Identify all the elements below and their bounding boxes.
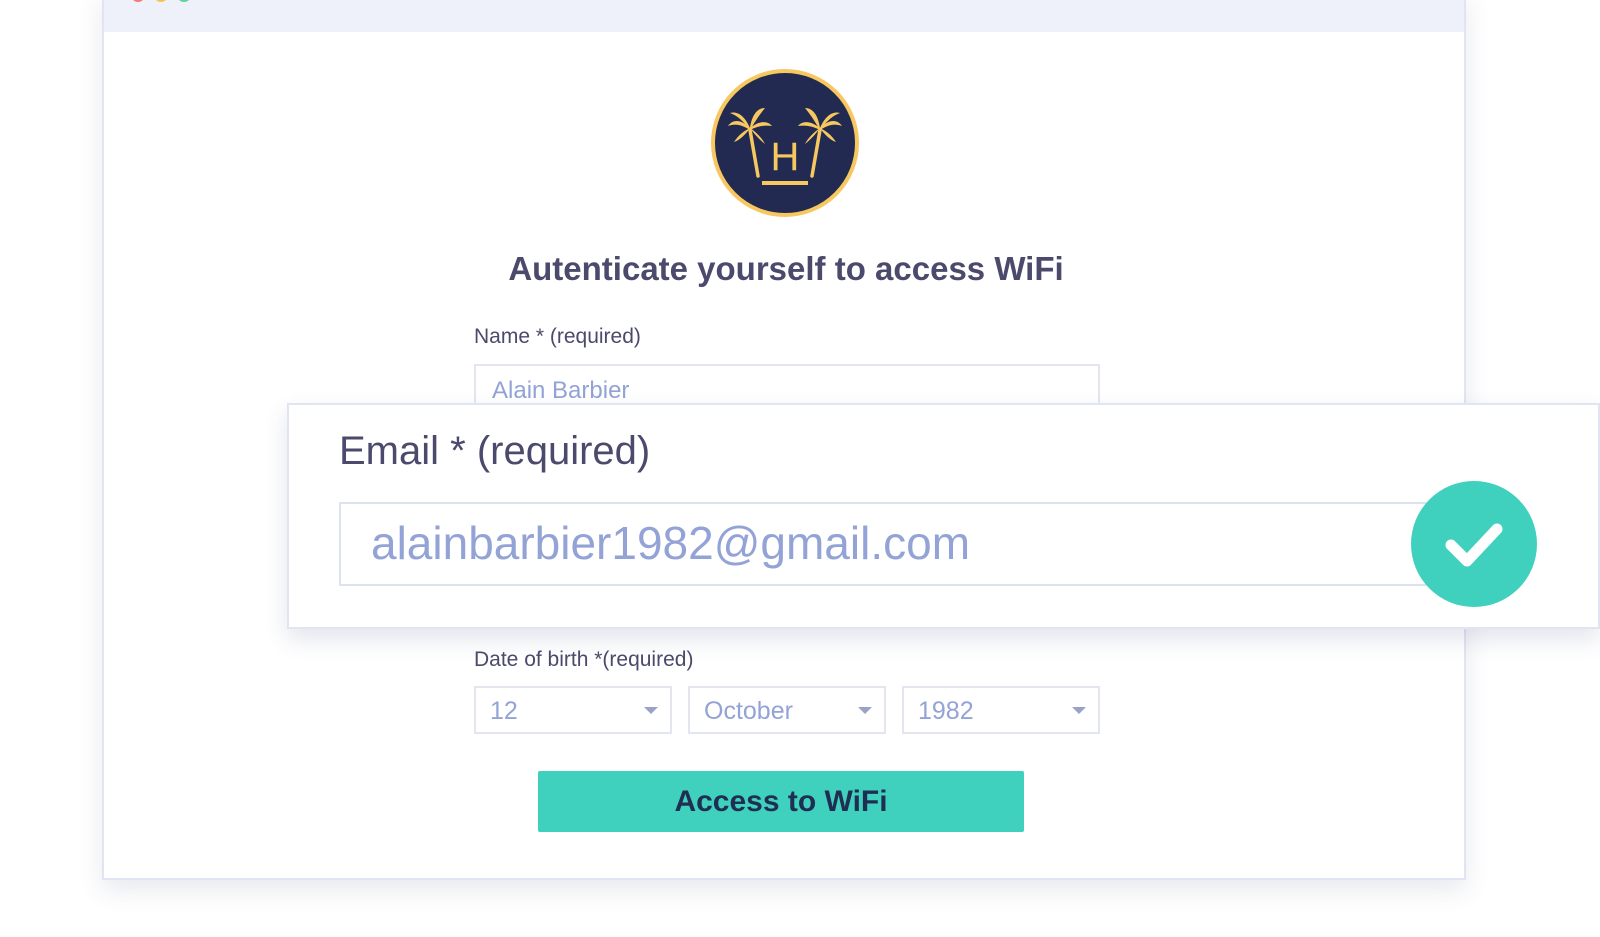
dob-month-value: October (704, 697, 793, 725)
dob-year-value: 1982 (918, 697, 974, 725)
name-value: Alain Barbier (492, 377, 630, 404)
window-titlebar (104, 0, 1464, 32)
dob-label: Date of birth *(required) (474, 648, 694, 671)
dob-day-value: 12 (490, 697, 518, 725)
close-dot[interactable] (131, 0, 145, 2)
access-wifi-button[interactable]: Access to WiFi (538, 771, 1024, 832)
name-label: Name * (required) (474, 325, 641, 348)
chevron-down-icon (858, 707, 872, 714)
email-field[interactable]: alainbarbier1982@gmail.com (339, 502, 1459, 586)
maximize-dot[interactable] (177, 0, 191, 2)
page-title: Autenticate yourself to access WiFi (508, 250, 1064, 287)
dob-month-select[interactable]: October (688, 686, 886, 734)
logo-letter: H (771, 135, 800, 179)
minimize-dot[interactable] (154, 0, 168, 2)
chevron-down-icon (1072, 707, 1086, 714)
dob-day-select[interactable]: 12 (474, 686, 672, 734)
palm-trees-h-logo-icon: H (710, 68, 860, 218)
chevron-down-icon (644, 707, 658, 714)
email-card: Email * (required) alainbarbier1982@gmai… (287, 403, 1600, 629)
email-value: alainbarbier1982@gmail.com (371, 517, 971, 569)
email-label: Email * (required) (339, 429, 651, 473)
dob-year-select[interactable]: 1982 (902, 686, 1100, 734)
checkmark-icon (1411, 481, 1537, 607)
